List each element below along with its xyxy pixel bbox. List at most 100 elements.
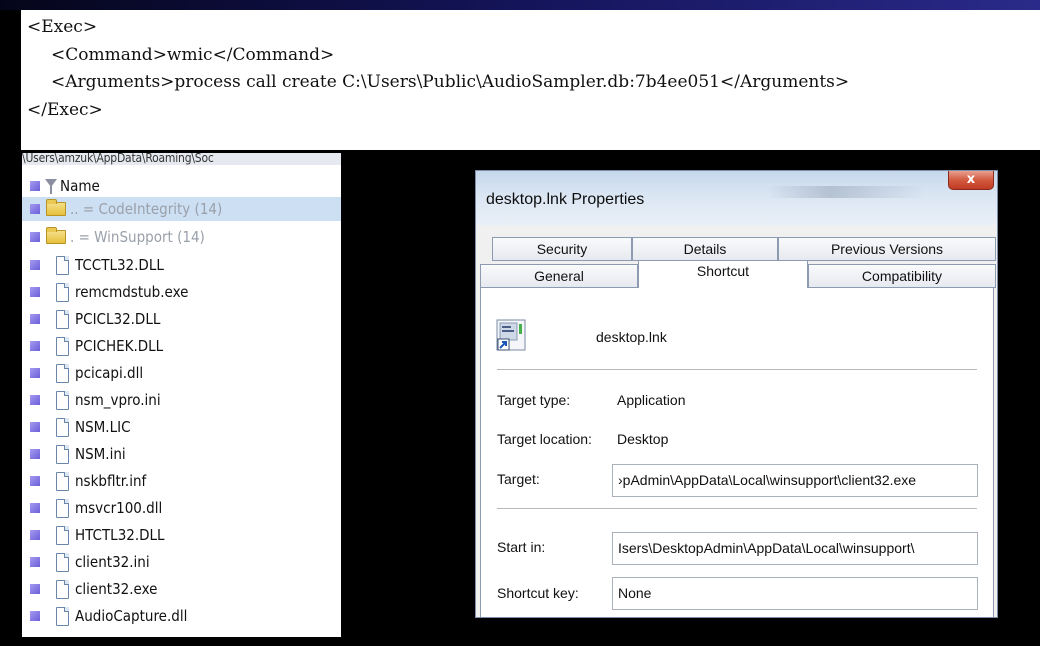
- shortcut-tab-panel: [480, 287, 994, 617]
- list-item-label: pcicapi.dll: [75, 364, 144, 382]
- list-item-file[interactable]: client32.ini: [22, 550, 341, 574]
- target-input[interactable]: ›pAdmin\AppData\Local\winsupport\client3…: [612, 464, 978, 497]
- dialog-titlebar[interactable]: desktop.lnk Properties x: [476, 171, 997, 225]
- row-bullet-icon: [30, 584, 40, 594]
- list-item-label: nsm_vpro.ini: [75, 391, 161, 409]
- row-bullet-icon: [30, 287, 40, 297]
- target-type-value: Application: [617, 392, 686, 408]
- list-item-label: client32.ini: [75, 553, 150, 571]
- list-item-label: remcmdstub.exe: [75, 283, 189, 301]
- file-icon: [56, 498, 69, 518]
- close-button[interactable]: x: [948, 171, 994, 190]
- target-location-value: Desktop: [617, 431, 669, 447]
- blurred-title-region: [766, 186, 926, 198]
- code-line-command: <Command>wmic</Command>: [51, 45, 335, 65]
- list-item-label: . = WinSupport (14): [70, 228, 205, 246]
- target-label: Target:: [497, 471, 540, 487]
- list-item-label: .. = CodeIntegrity (14): [70, 200, 223, 218]
- shortcut-key-label: Shortcut key:: [497, 585, 579, 601]
- row-bullet-icon: [30, 395, 40, 405]
- file-icon: [56, 444, 69, 464]
- list-item-file[interactable]: NSM.LIC: [22, 415, 341, 439]
- list-item-label: PCICHEK.DLL: [75, 337, 164, 355]
- start-in-input[interactable]: Isers\DesktopAdmin\AppData\Local\winsupp…: [612, 532, 978, 565]
- shortcut-app-icon: [496, 319, 526, 351]
- list-item-folder-winsupport[interactable]: . = WinSupport (14): [22, 225, 341, 249]
- tab-compatibility[interactable]: Compatibility: [808, 264, 996, 288]
- column-header-label: Name: [60, 177, 100, 195]
- code-line-exec-close: </Exec>: [27, 100, 103, 120]
- file-icon: [56, 417, 69, 437]
- file-icon: [56, 579, 69, 599]
- tab-security[interactable]: Security: [492, 237, 632, 261]
- row-bullet-icon: [30, 232, 40, 242]
- code-line-arguments: <Arguments>process call create C:\Users\…: [51, 72, 850, 92]
- file-explorer: \Users\amzuk\AppData\Roaming\Soc Name ..…: [22, 153, 341, 637]
- list-item-file[interactable]: NSM.ini: [22, 442, 341, 466]
- row-bullet-icon: [30, 422, 40, 432]
- list-item-file[interactable]: HTCTL32.DLL: [22, 523, 341, 547]
- header-bullet-icon: [30, 181, 40, 191]
- shortcut-file-name: desktop.lnk: [596, 329, 667, 345]
- list-item-label: msvcr100.dll: [75, 499, 163, 517]
- file-icon: [56, 363, 69, 383]
- list-item-label: AudioCapture.dll: [75, 607, 188, 625]
- list-item-label: PCICL32.DLL: [75, 310, 161, 328]
- tab-general[interactable]: General: [480, 264, 638, 288]
- list-item-file[interactable]: remcmdstub.exe: [22, 280, 341, 304]
- row-bullet-icon: [30, 530, 40, 540]
- list-item-label: nskbfltr.inf: [75, 472, 147, 490]
- list-item-label: client32.exe: [75, 580, 158, 598]
- column-header-name[interactable]: Name: [22, 175, 341, 197]
- list-item-file[interactable]: msvcr100.dll: [22, 496, 341, 520]
- file-icon: [56, 606, 69, 626]
- separator-bottom: [497, 508, 977, 509]
- file-icon: [56, 309, 69, 329]
- list-item-file[interactable]: pcicapi.dll: [22, 361, 341, 385]
- row-bullet-icon: [30, 557, 40, 567]
- list-item-file[interactable]: TCCTL32.DLL: [22, 253, 341, 277]
- list-item-label: TCCTL32.DLL: [75, 256, 164, 274]
- row-bullet-icon: [30, 476, 40, 486]
- file-icon: [56, 471, 69, 491]
- separator-top: [497, 369, 977, 370]
- list-item-label: NSM.ini: [75, 445, 126, 463]
- tab-details[interactable]: Details: [632, 237, 778, 261]
- list-item-file[interactable]: client32.exe: [22, 577, 341, 601]
- file-icon: [56, 390, 69, 410]
- shortcut-key-input[interactable]: None: [612, 577, 978, 610]
- properties-dialog: desktop.lnk Properties x Security Detail…: [475, 170, 998, 618]
- row-bullet-icon: [30, 449, 40, 459]
- list-item-file[interactable]: nsm_vpro.ini: [22, 388, 341, 412]
- row-bullet-icon: [30, 204, 40, 214]
- folder-icon: [46, 199, 66, 216]
- list-item-label: HTCTL32.DLL: [75, 526, 165, 544]
- row-bullet-icon: [30, 503, 40, 513]
- row-bullet-icon: [30, 341, 40, 351]
- explorer-path-bar: \Users\amzuk\AppData\Roaming\Soc: [22, 153, 341, 165]
- list-item-file[interactable]: PCICL32.DLL: [22, 307, 341, 331]
- target-location-label: Target location:: [497, 431, 592, 447]
- file-icon: [56, 525, 69, 545]
- row-bullet-icon: [30, 260, 40, 270]
- list-item-folder-codeintegrity[interactable]: .. = CodeIntegrity (14): [22, 197, 341, 221]
- file-icon: [56, 552, 69, 572]
- row-bullet-icon: [30, 314, 40, 324]
- filter-funnel-icon[interactable]: [45, 179, 57, 194]
- dialog-title: desktop.lnk Properties: [486, 191, 645, 208]
- target-type-label: Target type:: [497, 392, 571, 408]
- list-item-file[interactable]: PCICHEK.DLL: [22, 334, 341, 358]
- tab-shortcut[interactable]: Shortcut: [638, 260, 808, 288]
- folder-icon: [46, 227, 66, 244]
- code-line-exec-open: <Exec>: [27, 17, 98, 37]
- file-icon: [56, 282, 69, 302]
- tab-previous-versions[interactable]: Previous Versions: [778, 237, 996, 261]
- list-item-label: NSM.LIC: [75, 418, 131, 436]
- file-icon: [56, 336, 69, 356]
- code-panel: <Exec> <Command>wmic</Command> <Argument…: [21, 10, 1040, 150]
- file-icon: [56, 255, 69, 275]
- start-in-label: Start in:: [497, 539, 546, 555]
- row-bullet-icon: [30, 368, 40, 378]
- list-item-file[interactable]: AudioCapture.dll: [22, 604, 341, 628]
- list-item-file[interactable]: nskbfltr.inf: [22, 469, 341, 493]
